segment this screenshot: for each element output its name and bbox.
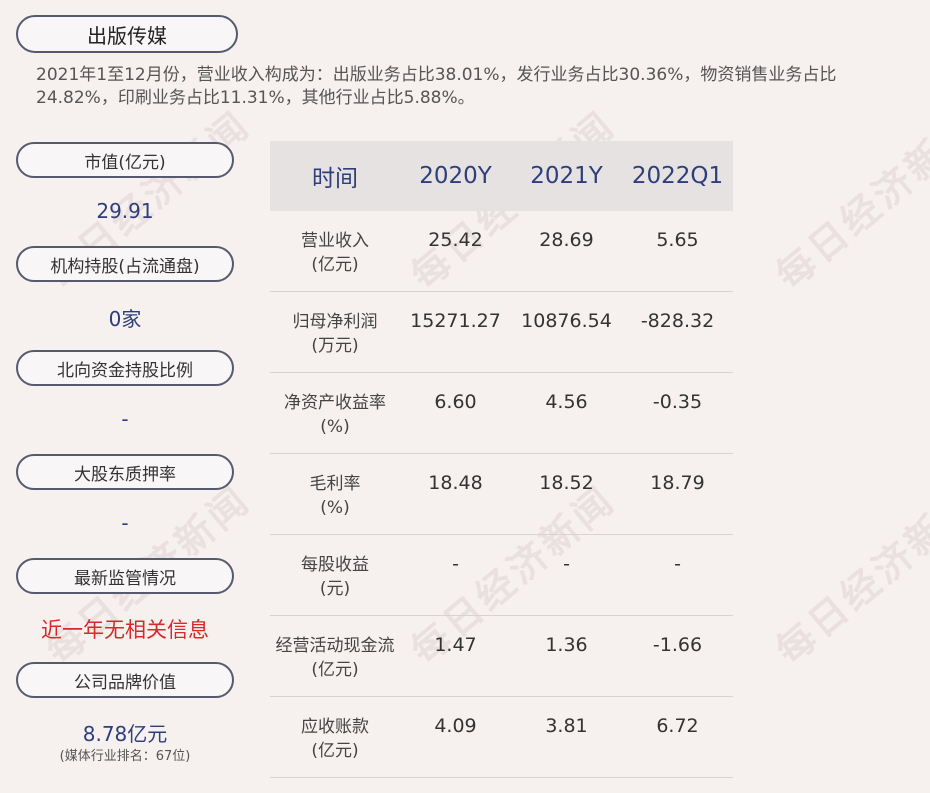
row-label: 营业收入 (亿元) xyxy=(301,231,369,275)
table-cell: 28.69 xyxy=(539,229,594,251)
northbound-holding-label: 北向资金持股比例 xyxy=(16,350,234,386)
row-label: 每股收益 (元) xyxy=(301,555,369,599)
brand-rank-note: (媒体行业排名：67位) xyxy=(59,749,191,764)
revenue-summary: 2021年1至12月份，营业收入构成为：出版业务占比38.01%，发行业务占比3… xyxy=(36,65,837,108)
table-row: 毛利率 (%) 18.48 18.52 18.79 xyxy=(270,454,733,535)
table-cell: 6.60 xyxy=(434,391,477,413)
table-row: 归母净利润 (万元) 15271.27 10876.54 -828.32 xyxy=(270,292,733,373)
market-cap-value: 29.91 xyxy=(96,199,154,223)
table-row: 应收账款 (亿元) 4.09 3.81 6.72 xyxy=(270,697,733,778)
northbound-holding-value: - xyxy=(121,407,129,431)
row-label: 归母净利润 (万元) xyxy=(292,312,378,356)
table-cell: - xyxy=(674,553,681,575)
column-header: 2022Q1 xyxy=(631,163,724,189)
table-cell: -1.66 xyxy=(652,634,703,656)
pledge-ratio-label: 大股东质押率 xyxy=(16,454,234,490)
table-cell: 18.52 xyxy=(539,472,594,494)
table-cell: 1.36 xyxy=(545,634,588,656)
column-header: 时间 xyxy=(312,166,358,192)
table-cell: 18.48 xyxy=(428,472,483,494)
brand-value-value: 8.78亿元 xyxy=(82,722,168,746)
table-cell: 15271.27 xyxy=(410,310,501,332)
table-cell: 1.47 xyxy=(434,634,477,656)
table-cell: 4.09 xyxy=(434,715,477,737)
table-cell: 3.81 xyxy=(545,715,588,737)
institutional-holding-value: 0家 xyxy=(108,307,142,331)
table-row: 经营活动现金流 (亿元) 1.47 1.36 -1.66 xyxy=(270,616,733,697)
watermark: 每日经济新闻 xyxy=(766,476,930,674)
table-cell: 25.42 xyxy=(428,229,483,251)
table-row: 净资产收益率 (%) 6.60 4.56 -0.35 xyxy=(270,373,733,454)
table-cell: -828.32 xyxy=(640,310,715,332)
pledge-ratio-value: - xyxy=(121,511,129,535)
financial-table: 时间 2020Y 2021Y 2022Q1 营业收入 (亿元) 25.42 28.… xyxy=(270,141,733,778)
brand-value-label: 公司品牌价值 xyxy=(16,662,234,698)
row-label: 毛利率 (%) xyxy=(309,474,361,518)
table-header: 时间 2020Y 2021Y 2022Q1 xyxy=(270,141,733,211)
table-cell: 10876.54 xyxy=(521,310,612,332)
regulatory-status-label: 最新监管情况 xyxy=(16,558,234,594)
row-label: 净资产收益率 (%) xyxy=(284,393,386,437)
institutional-holding-label: 机构持股(占流通盘) xyxy=(16,246,234,282)
table-cell: - xyxy=(452,553,459,575)
table-row: 每股收益 (元) - - - xyxy=(270,535,733,616)
table-cell: -0.35 xyxy=(652,391,703,413)
table-cell: 18.79 xyxy=(650,472,705,494)
column-header: 2020Y xyxy=(419,163,492,189)
row-label: 经营活动现金流 (亿元) xyxy=(275,636,395,680)
table-cell: 6.72 xyxy=(656,715,699,737)
market-cap-label: 市值(亿元) xyxy=(16,142,234,178)
table-cell: 5.65 xyxy=(656,229,699,251)
regulatory-status-value: 近一年无相关信息 xyxy=(41,618,209,642)
watermark: 每日经济新闻 xyxy=(766,101,930,299)
table-cell: - xyxy=(563,553,570,575)
row-label: 应收账款 (亿元) xyxy=(301,717,369,761)
column-header: 2021Y xyxy=(530,163,603,189)
table-cell: 4.56 xyxy=(545,391,588,413)
table-row: 营业收入 (亿元) 25.42 28.69 5.65 xyxy=(270,211,733,292)
page-title: 出版传媒 xyxy=(16,15,238,53)
